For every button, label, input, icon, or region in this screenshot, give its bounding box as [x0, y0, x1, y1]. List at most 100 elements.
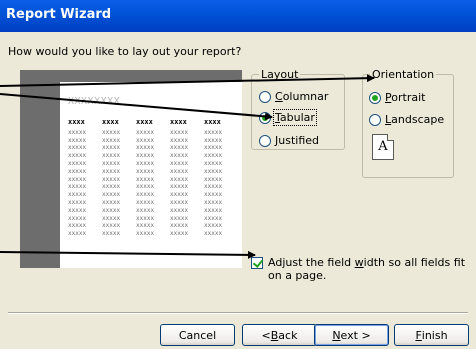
- preview-cell: xxxxx: [68, 128, 87, 136]
- preview-report-header: XXXXXXXX: [68, 96, 121, 107]
- preview-cell: xxxxx: [68, 206, 87, 214]
- preview-cell: xxxxx: [102, 214, 121, 222]
- preview-cell: xxxxx: [102, 230, 121, 238]
- preview-cell: xxxxx: [68, 152, 87, 160]
- preview-cell: xxxxx: [204, 191, 223, 199]
- preview-cell: xxxxx: [204, 222, 223, 230]
- adjust-field-width-checkbox[interactable]: [251, 257, 263, 269]
- portrait-page-icon: A: [372, 134, 394, 160]
- preview-column-header: xxxx: [204, 119, 221, 126]
- orientation-group: Orientation: [362, 68, 454, 178]
- preview-cell: xxxxx: [136, 222, 155, 230]
- preview-cell: xxxxx: [102, 159, 121, 167]
- orientation-landscape-label: Landscape: [385, 113, 445, 126]
- preview-cell: xxxxx: [204, 206, 223, 214]
- preview-cell: xxxxx: [68, 191, 87, 199]
- adjust-field-width-label[interactable]: Adjust the field width so all fields fit…: [268, 256, 468, 282]
- preview-cell: xxxxx: [102, 128, 121, 136]
- preview-cell: xxxxx: [102, 167, 121, 175]
- preview-cell: xxxxx: [102, 206, 121, 214]
- preview-cell: xxxxx: [204, 230, 223, 238]
- preview-cell: xxxxx: [102, 183, 121, 191]
- preview-cell: xxxxx: [68, 144, 87, 152]
- preview-cell: xxxxx: [136, 167, 155, 175]
- preview-cell: xxxxx: [102, 152, 121, 160]
- next-button[interactable]: Next >: [314, 324, 389, 346]
- preview-cell: xxxxx: [136, 206, 155, 214]
- preview-cell: xxxxx: [68, 230, 87, 238]
- preview-cell: xxxxx: [102, 191, 121, 199]
- preview-cell: xxxxx: [102, 175, 121, 183]
- preview-cell: xxxxx: [136, 175, 155, 183]
- preview-cell: xxxxx: [68, 222, 87, 230]
- title-bar[interactable]: Report Wizard: [0, 0, 476, 32]
- preview-cell: xxxxx: [68, 167, 87, 175]
- orientation-portrait-radio[interactable]: Portrait: [369, 91, 425, 104]
- preview-cell: xxxxx: [170, 136, 189, 144]
- preview-cell: xxxxx: [170, 206, 189, 214]
- preview-cell: xxxxx: [204, 136, 223, 144]
- preview-table: xxxx xxxx xxxx xxxx xxxx xxxxx xxxxx xxxxx xxxxx…: [68, 119, 232, 238]
- preview-cell: xxxxx: [204, 175, 223, 183]
- preview-cell: xxxxx: [170, 183, 189, 191]
- orientation-portrait-label: Portrait: [385, 91, 426, 104]
- layout-tabular-label: Tabular: [273, 109, 317, 126]
- radio-button-icon: [369, 113, 381, 126]
- preview-cell: xxxxx: [170, 222, 189, 230]
- orientation-group-title: Orientation: [370, 68, 437, 81]
- preview-cell: xxxxx: [102, 144, 121, 152]
- radio-button-icon: [259, 90, 271, 103]
- preview-cell: xxxxx: [204, 198, 223, 206]
- preview-cell: xxxxx: [136, 191, 155, 199]
- preview-cell: xxxxx: [136, 136, 155, 144]
- preview-cell: xxxxx: [204, 183, 223, 191]
- preview-cell: xxxxx: [136, 214, 155, 222]
- radio-button-icon: [259, 134, 271, 147]
- preview-cell: xxxxx: [204, 167, 223, 175]
- preview-cell: xxxxx: [204, 144, 223, 152]
- back-button[interactable]: < Back: [242, 324, 317, 346]
- preview-cell: xxxxx: [204, 128, 223, 136]
- preview-cell: xxxxx: [136, 144, 155, 152]
- preview-cell: xxxxx: [170, 230, 189, 238]
- preview-cell: xxxxx: [170, 198, 189, 206]
- preview-cell: xxxxx: [170, 214, 189, 222]
- preview-cell: xxxxx: [136, 159, 155, 167]
- preview-cell: xxxxx: [204, 159, 223, 167]
- preview-cell: xxxxx: [68, 183, 87, 191]
- preview-cell: xxxxx: [170, 152, 189, 160]
- preview-column-header: xxxx: [136, 119, 153, 126]
- preview-cell: xxxxx: [102, 198, 121, 206]
- preview-cell: xxxxx: [136, 230, 155, 238]
- layout-justified-radio[interactable]: Justified: [259, 134, 319, 147]
- preview-cell: xxxxx: [68, 214, 87, 222]
- preview-cell: xxxxx: [68, 159, 87, 167]
- layout-tabular-radio[interactable]: Tabular: [259, 109, 317, 126]
- preview-cell: xxxxx: [204, 152, 223, 160]
- preview-cell: xxxxx: [170, 128, 189, 136]
- layout-group-title: Layout: [259, 68, 301, 81]
- layout-columnar-radio[interactable]: Columnar: [259, 90, 328, 103]
- preview-cell: xxxxx: [170, 191, 189, 199]
- window-title: Report Wizard: [6, 7, 112, 22]
- radio-button-selected-icon: [259, 111, 271, 124]
- finish-button[interactable]: Finish: [394, 324, 469, 346]
- preview-cell: xxxxx: [102, 222, 121, 230]
- preview-cell: xxxxx: [170, 167, 189, 175]
- layout-question: How would you like to lay out your repor…: [8, 45, 242, 58]
- preview-cell: xxxxx: [170, 159, 189, 167]
- report-wizard-dialog: Report Wizard How would you like to lay …: [0, 0, 476, 349]
- preview-cell: xxxxx: [102, 136, 121, 144]
- orientation-landscape-radio[interactable]: Landscape: [369, 113, 444, 126]
- preview-cell: xxxxx: [136, 183, 155, 191]
- preview-cell: xxxxx: [170, 144, 189, 152]
- preview-cell: xxxxx: [170, 175, 189, 183]
- radio-button-selected-icon: [369, 91, 381, 104]
- layout-columnar-label: Columnar: [275, 90, 329, 103]
- preview-column-header: xxxx: [170, 119, 187, 126]
- button-separator: [8, 312, 468, 314]
- preview-cell: xxxxx: [68, 136, 87, 144]
- preview-cell: xxxxx: [68, 175, 87, 183]
- cancel-button[interactable]: Cancel: [160, 324, 235, 346]
- preview-cell: xxxxx: [136, 128, 155, 136]
